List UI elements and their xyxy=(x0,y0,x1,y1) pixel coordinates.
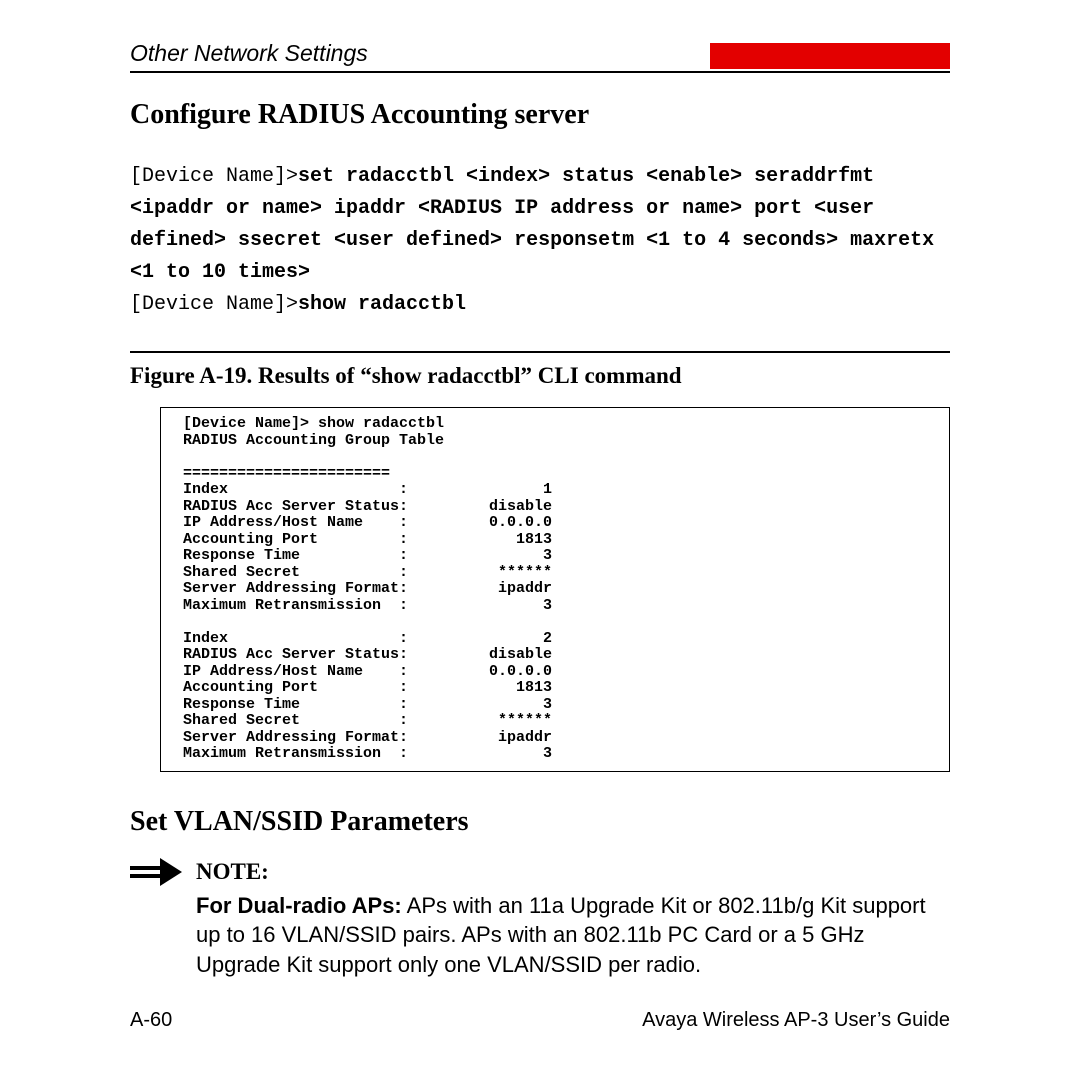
section-title: Other Network Settings xyxy=(130,40,690,67)
page-footer: A-60 Avaya Wireless AP-3 User’s Guide xyxy=(130,1009,950,1032)
brand-bar xyxy=(710,43,950,69)
cli-prompt: [Device Name]> xyxy=(130,293,298,316)
figure-caption: Figure A-19. Results of “show radacctbl”… xyxy=(130,363,950,389)
page-number: A-60 xyxy=(130,1009,172,1032)
page-header: Other Network Settings xyxy=(130,40,950,67)
cli-command-block: [Device Name]>set radacctbl <index> stat… xyxy=(130,161,950,321)
note-body: NOTE: For Dual-radio APs: APs with an 11… xyxy=(196,856,950,980)
cli-show-command: show radacctbl xyxy=(298,293,466,316)
header-rule xyxy=(130,71,950,73)
arrow-right-icon xyxy=(130,858,182,891)
cli-prompt: [Device Name]> xyxy=(130,165,298,188)
heading-set-vlan-ssid: Set VLAN/SSID Parameters xyxy=(130,806,950,838)
document-page: Other Network Settings Configure RADIUS … xyxy=(0,0,1080,1080)
doc-title: Avaya Wireless AP-3 User’s Guide xyxy=(642,1009,950,1032)
console-output-box: [Device Name]> show radacctbl RADIUS Acc… xyxy=(160,407,950,772)
note-block: NOTE: For Dual-radio APs: APs with an 11… xyxy=(130,856,950,980)
heading-configure-radius: Configure RADIUS Accounting server xyxy=(130,99,950,131)
figure-top-rule xyxy=(130,351,950,353)
note-label: NOTE: xyxy=(196,856,950,887)
note-lead-in: For Dual-radio APs: xyxy=(196,893,402,918)
